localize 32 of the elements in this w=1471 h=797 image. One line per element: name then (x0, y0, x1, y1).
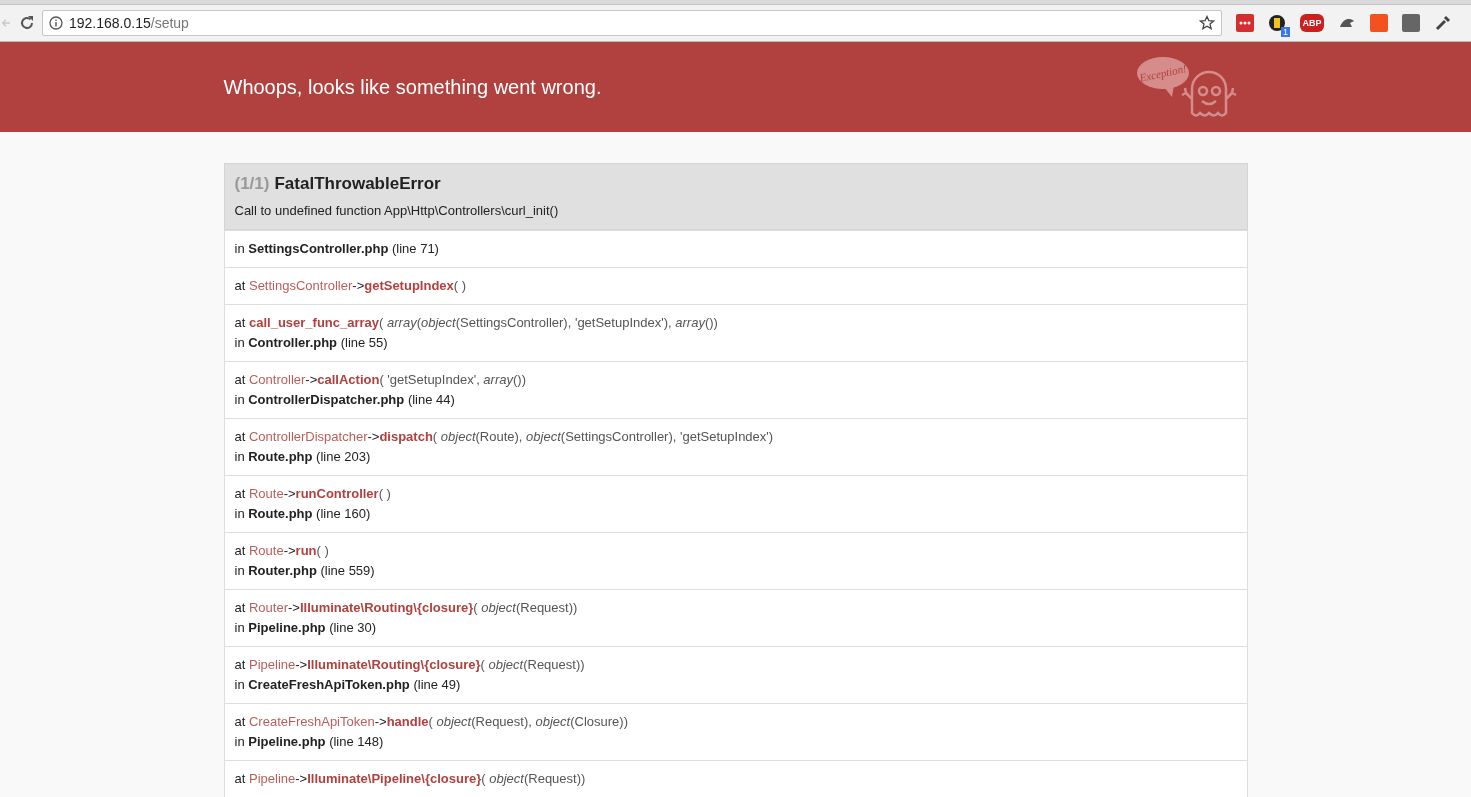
extension-icon[interactable]: ABP (1300, 14, 1324, 32)
url-text: 192.168.0.15/setup (69, 15, 190, 31)
eyedropper-icon[interactable] (1434, 14, 1452, 32)
exception-count: (1/1) (234, 174, 270, 194)
trace-location: in Controller.php (line 55) (234, 334, 389, 352)
trace-call: at CreateFreshApiToken->handle( object(Request), object(Closure)) (234, 713, 629, 731)
trace-location: in CreateFreshApiToken.php (line 49) (234, 676, 462, 694)
reload-button[interactable] (18, 14, 36, 32)
star-icon[interactable] (1199, 15, 1215, 31)
trace-call: at Pipeline->Illuminate\Routing\{closure}( object(Request)) (234, 656, 586, 674)
address-bar[interactable]: 192.168.0.15/setup (42, 10, 1222, 36)
trace-location: in Pipeline.php (line 30) (234, 619, 378, 637)
trace-call: at Controller->callAction( 'getSetupIndex', array()) (234, 371, 527, 389)
trace-location: in Pipeline.php (line 148) (234, 733, 385, 751)
trace-call: at Route->runController( ) (234, 485, 392, 503)
trace-call: at Route->run( ) (234, 542, 330, 560)
ghost-logo-drawing: Exception! (1135, 51, 1248, 123)
exception-message: Call to undefined function App\Http\Controllers\curl_init() (234, 203, 560, 218)
trace-call: at Router->Illuminate\Routing\{closure}( object(Request)) (234, 599, 579, 617)
error-title: Whoops, looks like something went wrong. (223, 75, 602, 99)
trace-location: in SettingsController.php (line 71) (234, 240, 440, 258)
exception-name: FatalThrowableError (274, 174, 441, 194)
trace-call: at SettingsController->getSetupIndex( ) (234, 277, 468, 295)
trace-call: at ControllerDispatcher->dispatch( object(Route), object(SettingsController), 'getSetupIndex') (234, 428, 775, 446)
trace-location: in ControllerDispatcher.php (line 44) (234, 391, 456, 409)
trace-call: at Pipeline->Illuminate\Pipeline\{closure}( object(Request)) (234, 770, 587, 788)
trace-location: in Route.php (line 160) (234, 505, 372, 523)
info-icon[interactable] (49, 16, 63, 30)
trace-location: in Route.php (line 203) (234, 448, 372, 466)
trace-call: at call_user_func_array( array(object(SettingsController), 'getSetupIndex'), array()) (234, 314, 719, 332)
trace-location: in Router.php (line 559) (234, 562, 376, 580)
count-badge: 1 (1281, 27, 1290, 37)
